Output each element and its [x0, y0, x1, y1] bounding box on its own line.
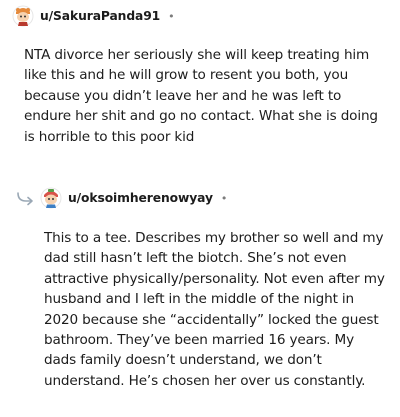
comment-header: u/SakuraPanda91 • — [12, 5, 175, 27]
reply-arrow-icon — [17, 192, 33, 206]
separator-dot: • — [168, 9, 175, 23]
separator-dot: • — [220, 191, 228, 205]
comment-header: u/oksoimherenowyay • — [40, 187, 227, 209]
user-avatar[interactable] — [40, 187, 62, 209]
sakura-panda-avatar-icon — [12, 5, 34, 27]
username-link[interactable]: u/oksoimherenowyay — [68, 191, 213, 205]
oksoimherenowyay-avatar-icon — [40, 187, 62, 209]
username-link[interactable]: u/SakuraPanda91 — [40, 9, 160, 23]
comment-text: NTA divorce her seriously she will keep … — [24, 47, 378, 145]
user-avatar[interactable] — [12, 5, 34, 27]
comment-text: This to a tee. Describes my brother so w… — [44, 230, 385, 389]
